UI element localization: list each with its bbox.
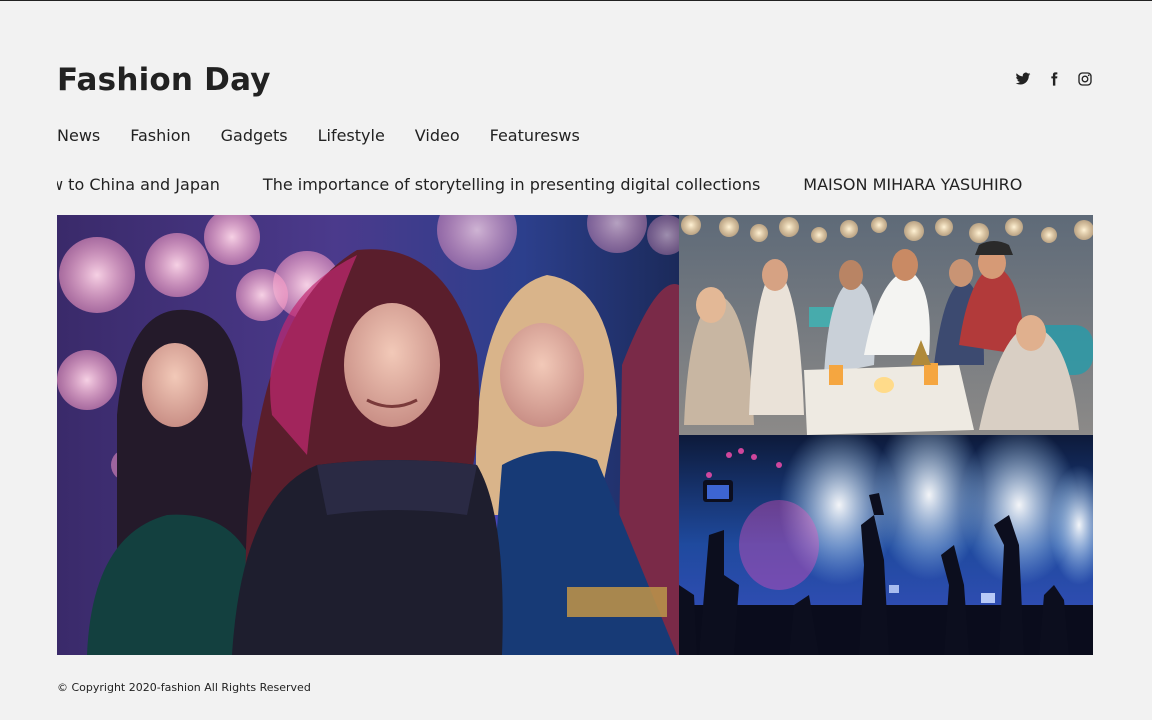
main-nav: News Fashion Gadgets Lifestyle Video Fea… bbox=[57, 126, 580, 146]
nav-item-gadgets[interactable]: Gadgets bbox=[221, 126, 288, 146]
nav-item-video[interactable]: Video bbox=[415, 126, 460, 146]
copyright-text: © Copyright 2020-fashion All Rights Rese… bbox=[57, 681, 311, 694]
social-links bbox=[1015, 71, 1093, 87]
site-header: Fashion Day bbox=[57, 60, 1093, 100]
ticker-item[interactable]: s mensewar show to China and Japan bbox=[57, 174, 220, 196]
featured-gallery bbox=[57, 215, 1093, 655]
instagram-icon[interactable] bbox=[1077, 71, 1093, 87]
ticker-item[interactable]: The importance of storytelling in presen… bbox=[263, 174, 760, 196]
ticker-track: s mensewar show to China and Japan The i… bbox=[57, 174, 1022, 196]
nav-item-featuresws[interactable]: Featuresws bbox=[490, 126, 580, 146]
party-photo-image[interactable] bbox=[57, 215, 679, 655]
facebook-icon[interactable] bbox=[1046, 71, 1062, 87]
nav-item-fashion[interactable]: Fashion bbox=[130, 126, 190, 146]
site-logo[interactable]: Fashion Day bbox=[57, 60, 1093, 100]
nav-item-news[interactable]: News bbox=[57, 126, 100, 146]
concert-crowd-photo-image[interactable] bbox=[679, 435, 1093, 655]
ticker-item[interactable]: MAISON MIHARA YASUHIRO bbox=[803, 174, 1022, 196]
news-ticker: s mensewar show to China and Japan The i… bbox=[57, 174, 1093, 198]
nav-item-lifestyle[interactable]: Lifestyle bbox=[318, 126, 385, 146]
site-footer: © Copyright 2020-fashion All Rights Rese… bbox=[57, 681, 311, 695]
beach-party-photo-image[interactable] bbox=[679, 215, 1093, 435]
twitter-icon[interactable] bbox=[1015, 71, 1031, 87]
